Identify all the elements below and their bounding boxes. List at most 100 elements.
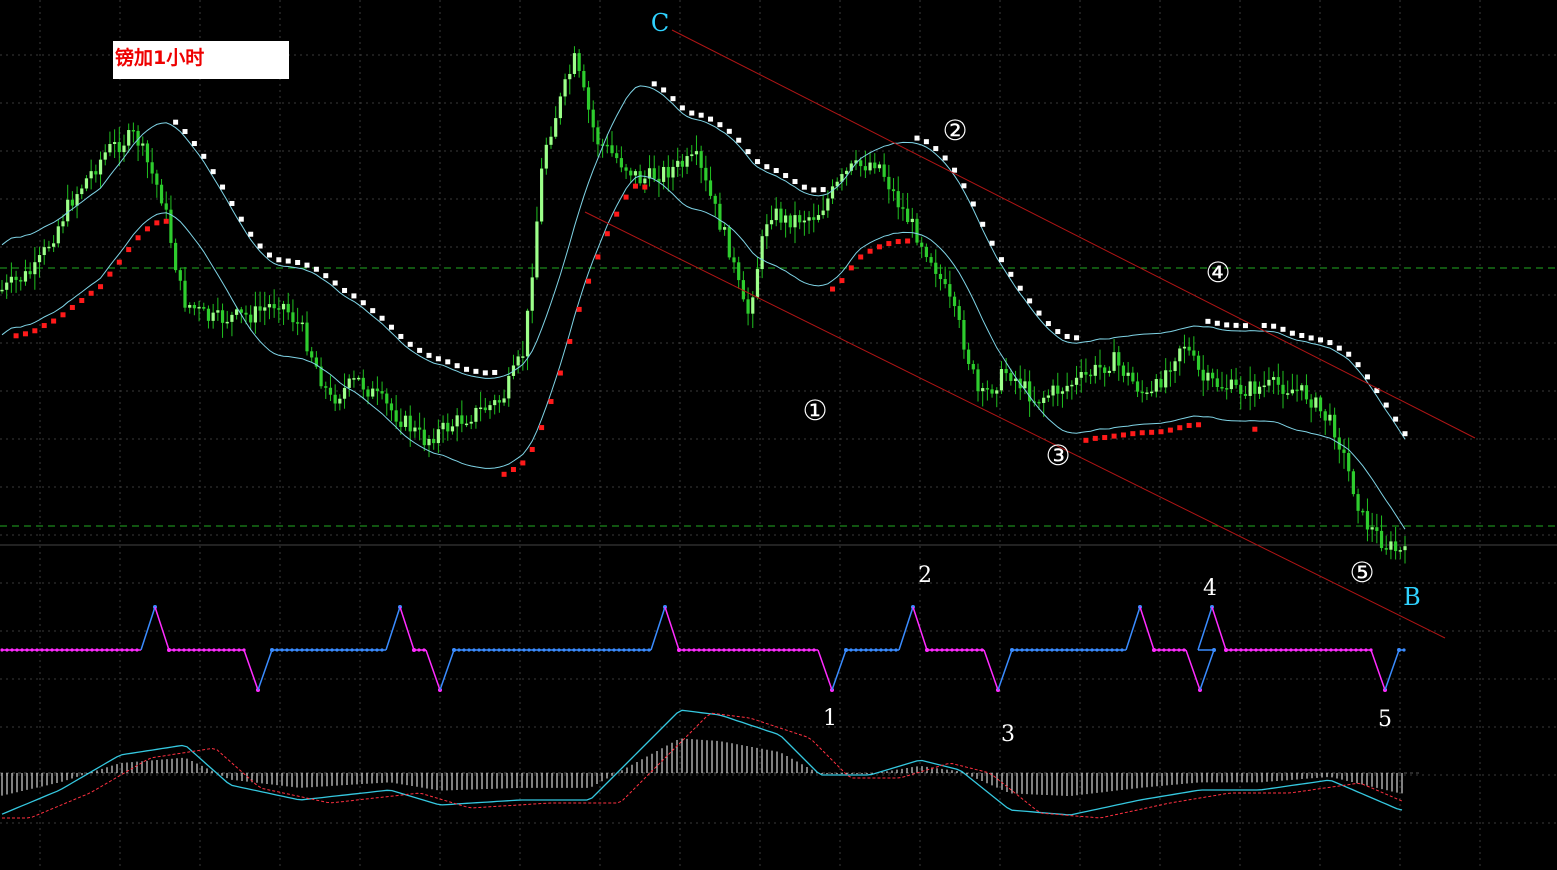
zigzag-point — [1319, 648, 1323, 652]
zigzag-point — [105, 648, 109, 652]
candle-body — [150, 162, 154, 174]
candle-body — [1356, 494, 1360, 511]
sar-dot — [1064, 333, 1070, 339]
sar-dot — [417, 347, 423, 353]
zigzag-point — [975, 648, 979, 652]
zigzag-point — [1304, 648, 1308, 652]
candle-body — [610, 145, 614, 154]
zigzag-point — [1070, 648, 1074, 652]
zigzag-point — [1229, 648, 1233, 652]
candle-body — [474, 407, 478, 422]
zigzag-point — [115, 648, 119, 652]
candle-body — [1070, 384, 1074, 387]
sar-dot — [32, 328, 38, 334]
zigzag-point — [237, 648, 241, 652]
zigzag-point — [65, 648, 69, 652]
candle-body — [258, 306, 262, 311]
candle-body — [516, 356, 520, 366]
candle-body — [577, 53, 581, 72]
candle-body — [155, 173, 159, 185]
candle-body — [671, 166, 675, 178]
zigzag-line — [898, 606, 914, 651]
sar-dot — [1027, 298, 1033, 304]
candle-body — [915, 218, 919, 243]
zigzag-point — [125, 648, 129, 652]
label-c: C — [651, 9, 669, 37]
zigzag-point — [1055, 648, 1059, 652]
candle-body — [1267, 379, 1271, 386]
candle-body — [483, 407, 487, 411]
sar-dot — [1074, 335, 1080, 341]
zigzag-point — [1349, 648, 1353, 652]
zigzag-line — [1125, 606, 1141, 651]
zigzag-point — [859, 648, 863, 652]
wave-label-circled: ⑤ — [1349, 556, 1374, 589]
candle-body — [1281, 384, 1285, 394]
candle-body — [1154, 379, 1158, 392]
zigzag-point — [130, 648, 134, 652]
zigzag-point — [1354, 648, 1358, 652]
sar-dot — [1308, 335, 1314, 341]
sar-dot — [548, 399, 554, 405]
candle-body — [272, 304, 276, 309]
candle-body — [1384, 548, 1388, 550]
sar-dot — [764, 164, 770, 170]
zigzag-point — [197, 648, 201, 652]
candle-body — [493, 400, 497, 406]
zigzag-point — [707, 648, 711, 652]
sar-dot — [783, 173, 789, 179]
zigzag-point — [812, 648, 816, 652]
sar-dot — [933, 146, 939, 152]
candle-body — [389, 403, 394, 411]
sar-dot — [1158, 429, 1164, 435]
sar-dot — [970, 201, 976, 207]
sar-dot — [88, 290, 94, 296]
sar-dot — [661, 87, 667, 93]
candle-body — [572, 53, 577, 74]
zigzag-point — [889, 648, 893, 652]
candle-body — [732, 257, 736, 263]
candle-body — [788, 215, 792, 228]
zigzag-point — [687, 648, 691, 652]
zigzag-point — [1309, 648, 1313, 652]
candle-body — [192, 305, 196, 309]
sar-dot — [1402, 431, 1408, 437]
zigzag-point — [232, 648, 236, 652]
zigzag-point — [1239, 648, 1243, 652]
zigzag-point — [552, 648, 556, 652]
sar-dot — [445, 359, 451, 365]
zigzag-point — [622, 648, 626, 652]
sar-dot — [717, 122, 723, 128]
candle-body — [1225, 388, 1229, 390]
candle-body — [1211, 372, 1215, 379]
sar-dot — [839, 278, 845, 284]
sar-dot — [407, 341, 413, 347]
zigzag-point — [542, 648, 546, 652]
sar-dot — [867, 248, 873, 254]
candle-body — [352, 378, 356, 380]
candle-body — [793, 215, 797, 228]
channel-lower — [584, 211, 1446, 639]
sar-dot — [191, 141, 197, 147]
zigzag-point — [1100, 648, 1104, 652]
candle-body — [1074, 377, 1079, 385]
sar-dot — [379, 315, 385, 321]
sar-dot — [1214, 320, 1220, 326]
candle-body — [66, 199, 70, 222]
zigzag-point — [637, 648, 641, 652]
candle-body — [934, 262, 938, 274]
candle-body — [1379, 530, 1384, 549]
candle-body — [469, 421, 473, 424]
candle-body — [1323, 411, 1327, 421]
zigzag-point — [417, 648, 421, 652]
zigzag-point — [950, 648, 954, 652]
candle-body — [9, 276, 13, 283]
candle-body — [723, 227, 727, 230]
candle-body — [188, 305, 192, 308]
zigzag-point — [217, 648, 221, 652]
sar-dot — [1055, 329, 1061, 335]
zigzag-point — [512, 648, 516, 652]
zigzag-point — [1080, 648, 1084, 652]
zigzag-point — [777, 648, 781, 652]
sar-dot — [332, 280, 338, 286]
